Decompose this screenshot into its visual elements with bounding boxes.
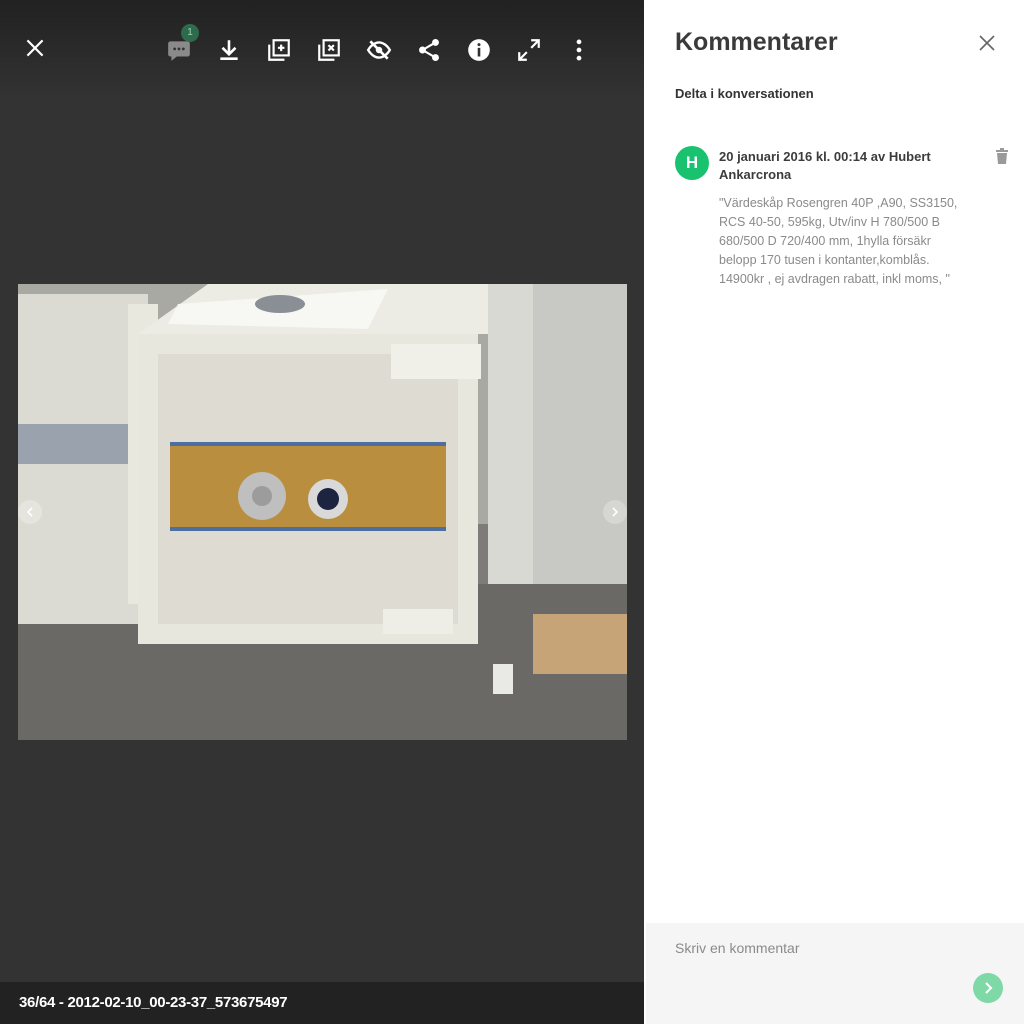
next-photo-button[interactable] (603, 500, 627, 524)
viewer-toolbar: 1 (0, 0, 644, 100)
hide-button[interactable] (359, 30, 399, 70)
info-button[interactable] (459, 30, 499, 70)
comment-input[interactable] (646, 923, 1024, 1024)
more-options-button[interactable] (559, 30, 599, 70)
comment-composer (646, 923, 1024, 1024)
chevron-right-icon (612, 507, 619, 517)
close-panel-button[interactable] (974, 30, 1000, 56)
hide-icon (366, 40, 392, 60)
info-icon (468, 39, 490, 61)
close-icon (979, 35, 995, 51)
trash-icon (996, 148, 1008, 164)
add-to-album-icon (268, 39, 290, 61)
previous-photo-button[interactable] (18, 500, 42, 524)
remove-from-album-button[interactable] (309, 30, 349, 70)
send-comment-button[interactable] (973, 973, 1003, 1003)
avatar: H (675, 146, 709, 180)
join-conversation-link[interactable]: Delta i konversationen (675, 86, 814, 101)
remove-from-album-icon (318, 39, 340, 61)
photo (18, 284, 627, 740)
add-to-album-button[interactable] (259, 30, 299, 70)
chevron-left-icon (26, 507, 33, 517)
fullscreen-icon (518, 39, 540, 61)
fullscreen-button[interactable] (509, 30, 549, 70)
safe-photo-illustration (18, 284, 627, 740)
panel-title: Kommentarer (675, 28, 838, 56)
photo-viewer: 1 36/64 - 2012-02-10_00-23-37_573675497 (0, 0, 644, 1024)
delete-comment-button[interactable] (995, 148, 1011, 166)
comments-button[interactable]: 1 (159, 24, 199, 70)
download-button[interactable] (209, 30, 249, 70)
comments-count-badge: 1 (181, 24, 199, 42)
share-button[interactable] (409, 30, 449, 70)
share-icon (419, 38, 439, 62)
close-viewer-button[interactable] (15, 28, 55, 68)
comment-text: "Värdeskåp Rosengren 40P ,A90, SS3150, R… (719, 196, 958, 286)
download-icon (220, 40, 238, 60)
photo-caption: 36/64 - 2012-02-10_00-23-37_573675497 (0, 982, 644, 1024)
comments-panel: Kommentarer Delta i konversationen H 20 … (644, 0, 1024, 1024)
more-vert-icon (576, 39, 582, 61)
close-icon (26, 39, 44, 57)
comment-meta: 20 januari 2016 kl. 00:14 av Hubert Anka… (719, 149, 931, 182)
chevron-right-icon (985, 982, 993, 994)
